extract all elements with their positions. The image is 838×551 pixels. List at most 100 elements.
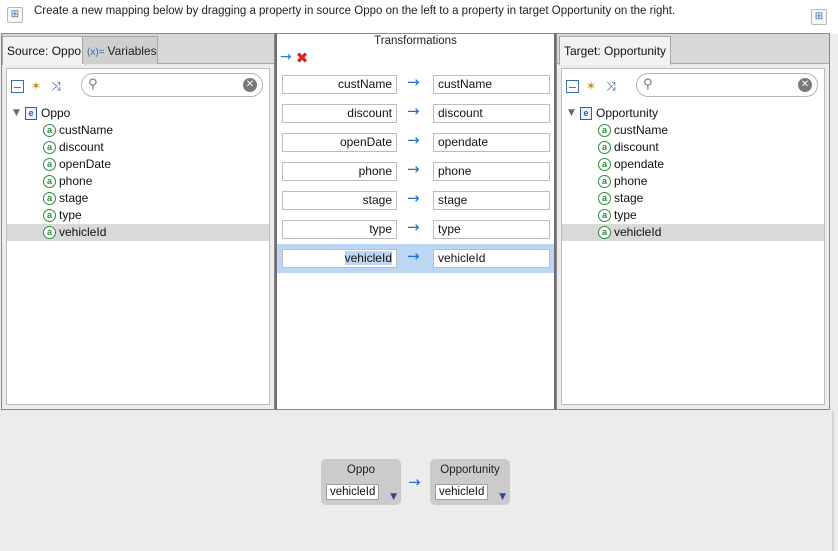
instruction-bar: ⊞ Create a new mapping below by dragging… (0, 0, 838, 34)
mapping-source-field[interactable]: vehicleId (282, 249, 397, 268)
mapping-source-field[interactable]: type (282, 220, 397, 239)
target-panel: Target: Opportunity − ✶ ⤨ ⚲ ✕ ▼ e Opport… (556, 33, 830, 410)
mapping-target-field[interactable]: type (433, 220, 550, 239)
source-detail-card[interactable]: Oppo vehicleId ▼ (321, 459, 401, 505)
source-detail-value[interactable]: vehicleId (326, 484, 380, 500)
mapping-row[interactable]: discount → discount (277, 99, 554, 128)
source-tree: ▼ e Oppo a custName a discount a openDate a… (7, 105, 269, 241)
mapping-row[interactable]: custName → custName (277, 70, 554, 99)
target-search-input[interactable]: ⚲ ✕ (636, 73, 818, 97)
source-item-type[interactable]: a type (7, 207, 269, 224)
mapping-target-field[interactable]: opendate (433, 133, 550, 152)
mapping-row[interactable]: stage → stage (277, 186, 554, 215)
filter-icon[interactable]: ⤨ (48, 78, 64, 94)
expand-triangle-icon[interactable]: ▼ (13, 105, 25, 122)
mapping-source-field[interactable]: stage (282, 191, 397, 210)
mapping-arrow-icon: → (407, 160, 420, 178)
target-detail-title: Opportunity (440, 464, 500, 476)
source-detail-title: Oppo (346, 464, 376, 476)
mapping-detail-area: Oppo vehicleId ▼ → Opportunity vehicleId… (0, 411, 838, 551)
tab-target[interactable]: Target: Opportunity (559, 36, 672, 65)
attribute-icon: a (43, 226, 56, 239)
mapping-arrow-icon: → (407, 131, 420, 149)
clear-search-icon[interactable]: ✕ (798, 78, 812, 92)
source-item-stage[interactable]: a stage (7, 190, 269, 207)
attribute-icon: a (598, 226, 611, 239)
attribute-icon: a (598, 141, 611, 154)
source-root-node[interactable]: ▼ e Oppo (7, 105, 269, 122)
mapping-source-field[interactable]: phone (282, 162, 397, 181)
source-item-vehicleId[interactable]: a vehicleId (7, 224, 269, 241)
collapse-all-icon[interactable]: − (11, 79, 24, 94)
dropdown-icon[interactable]: ▼ (390, 492, 397, 502)
transformations-toolbar: → ✖ (280, 49, 308, 67)
dropdown-icon[interactable]: ▼ (499, 492, 506, 502)
mapping-target-field[interactable]: stage (433, 191, 550, 210)
mapping-tree-icon[interactable]: ⊞ (7, 7, 23, 23)
tab-variables[interactable]: (x)= Variables (82, 36, 158, 64)
target-item-stage[interactable]: a stage (562, 190, 824, 207)
transformations-panel: Transformations → ✖ custName → custName … (275, 33, 556, 410)
attribute-icon: a (43, 192, 56, 205)
target-toolbar: − ✶ ⤨ (566, 75, 619, 97)
attribute-icon: a (43, 209, 56, 222)
element-icon: e (580, 107, 592, 120)
clear-search-icon[interactable]: ✕ (243, 78, 257, 92)
target-root-label: Opportunity (596, 106, 659, 120)
mapping-arrow-icon: → (407, 189, 420, 207)
source-search-input[interactable]: ⚲ ✕ (81, 73, 263, 97)
delete-mapping-icon[interactable]: ✖ (296, 49, 309, 67)
mapping-target-field[interactable]: discount (433, 104, 550, 123)
mapping-tree-icon-right[interactable]: ⊞ (811, 9, 827, 25)
target-root-node[interactable]: ▼ e Opportunity (562, 105, 824, 122)
attribute-icon: a (598, 209, 611, 222)
auto-map-icon[interactable]: ✶ (28, 78, 44, 94)
divider (832, 411, 834, 551)
target-item-phone[interactable]: a phone (562, 173, 824, 190)
expand-triangle-icon[interactable]: ▼ (568, 105, 580, 122)
source-item-phone[interactable]: a phone (7, 173, 269, 190)
mapping-row-selected[interactable]: vehicleId → vehicleId (277, 244, 554, 273)
source-toolbar: − ✶ ⤨ (11, 75, 64, 97)
mapping-target-field[interactable]: phone (433, 162, 550, 181)
mapping-source-field[interactable]: custName (282, 75, 397, 94)
variables-icon: (x)= (87, 47, 105, 58)
attribute-icon: a (43, 158, 56, 171)
target-item-vehicleId[interactable]: a vehicleId (562, 224, 824, 241)
add-mapping-icon[interactable]: → (280, 49, 292, 67)
target-detail-card[interactable]: Opportunity vehicleId ▼ (430, 459, 510, 505)
mapping-arrow-icon: → (407, 247, 420, 265)
target-item-type[interactable]: a type (562, 207, 824, 224)
mapping-target-field[interactable]: vehicleId (433, 249, 550, 268)
target-item-custName[interactable]: a custName (562, 122, 824, 139)
element-icon: e (25, 107, 37, 120)
mapping-arrow-icon: → (407, 102, 420, 120)
mapping-row[interactable]: phone → phone (277, 157, 554, 186)
source-item-custName[interactable]: a custName (7, 122, 269, 139)
mapping-source-field[interactable]: discount (282, 104, 397, 123)
collapse-all-icon[interactable]: − (566, 79, 579, 94)
source-root-label: Oppo (41, 106, 71, 120)
source-item-discount[interactable]: a discount (7, 139, 269, 156)
attribute-icon: a (598, 124, 611, 137)
target-detail-value[interactable]: vehicleId (435, 484, 489, 500)
attribute-icon: a (598, 175, 611, 188)
target-tabs: Target: Opportunity (557, 34, 829, 65)
mapping-row[interactable]: openDate → opendate (277, 128, 554, 157)
instruction-text: Create a new mapping below by dragging a… (34, 5, 676, 17)
filter-icon[interactable]: ⤨ (603, 78, 619, 94)
mapping-target-field[interactable]: custName (433, 75, 550, 94)
attribute-icon: a (598, 158, 611, 171)
tab-source[interactable]: Source: Oppo (2, 36, 87, 65)
target-item-opendate[interactable]: a opendate (562, 156, 824, 173)
target-item-discount[interactable]: a discount (562, 139, 824, 156)
mapping-arrow-icon: → (407, 218, 420, 236)
auto-map-icon[interactable]: ✶ (583, 78, 599, 94)
attribute-icon: a (43, 141, 56, 154)
target-tree-container: − ✶ ⤨ ⚲ ✕ ▼ e Opportunity a custName a dis… (561, 68, 825, 405)
attribute-icon: a (43, 124, 56, 137)
source-item-openDate[interactable]: a openDate (7, 156, 269, 173)
mapping-source-field[interactable]: openDate (282, 133, 397, 152)
search-icon: ⚲ (88, 77, 98, 92)
mapping-row[interactable]: type → type (277, 215, 554, 244)
